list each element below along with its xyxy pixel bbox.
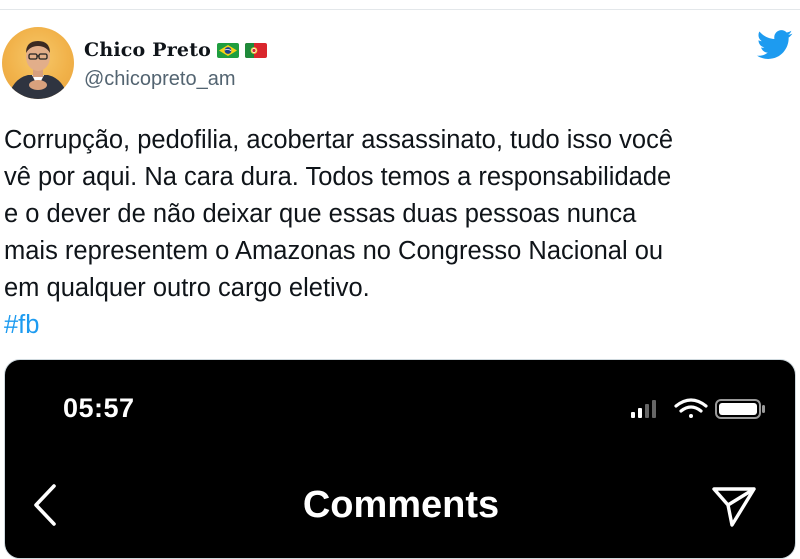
status-time: 05:57 [63,393,135,423]
comments-title: Comments [302,484,500,526]
tweet-media[interactable]: 05:57 Comments [4,359,796,559]
hashtag-link[interactable]: #fb [4,307,39,344]
avatar[interactable] [2,27,74,99]
author-display-name[interactable]: Chico Preto [84,39,211,61]
embedded-phone-screenshot: 05:57 Comments [6,361,794,558]
send-icon[interactable] [710,485,758,529]
wifi-icon [674,398,708,418]
tweet-text: Corrupção, pedofilia, acobertar assassin… [4,126,674,302]
signal-icon [631,400,656,418]
author-handle[interactable]: @chicopreto_am [84,68,235,91]
avatar-photo [8,41,68,99]
battery-icon [715,399,765,419]
twitter-bird-icon[interactable] [757,30,793,60]
portugal-flag-icon [245,42,268,58]
brazil-flag-icon [217,42,240,58]
author-name-row: Chico Preto [84,36,268,64]
status-bar-icons [631,398,765,419]
tweet-card: Chico Preto @chicopreto_am Corrupção, pe… [0,0,800,559]
